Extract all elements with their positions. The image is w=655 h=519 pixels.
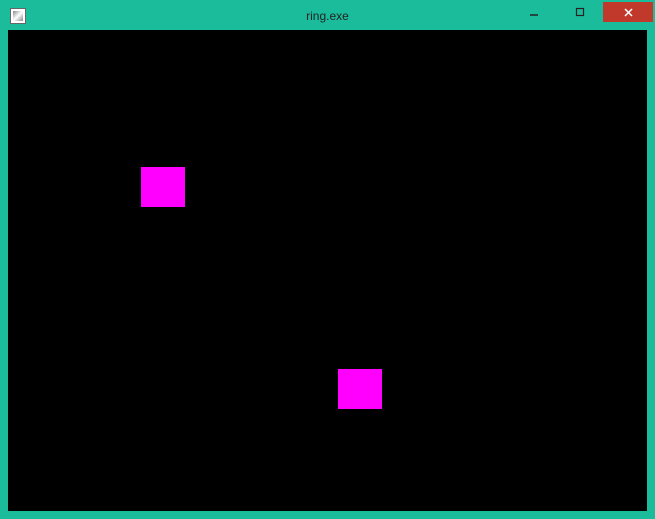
window-controls: [511, 2, 653, 30]
game-sprite: [338, 369, 382, 409]
app-icon: [10, 8, 26, 24]
game-canvas[interactable]: [8, 30, 647, 511]
titlebar[interactable]: ring.exe: [2, 2, 653, 30]
minimize-button[interactable]: [511, 2, 557, 22]
close-icon: [623, 7, 634, 18]
close-button[interactable]: [603, 2, 653, 22]
app-window: ring.exe: [0, 0, 655, 519]
game-sprite: [141, 167, 185, 207]
maximize-icon: [575, 7, 585, 17]
maximize-button[interactable]: [557, 2, 603, 22]
minimize-icon: [529, 7, 539, 17]
